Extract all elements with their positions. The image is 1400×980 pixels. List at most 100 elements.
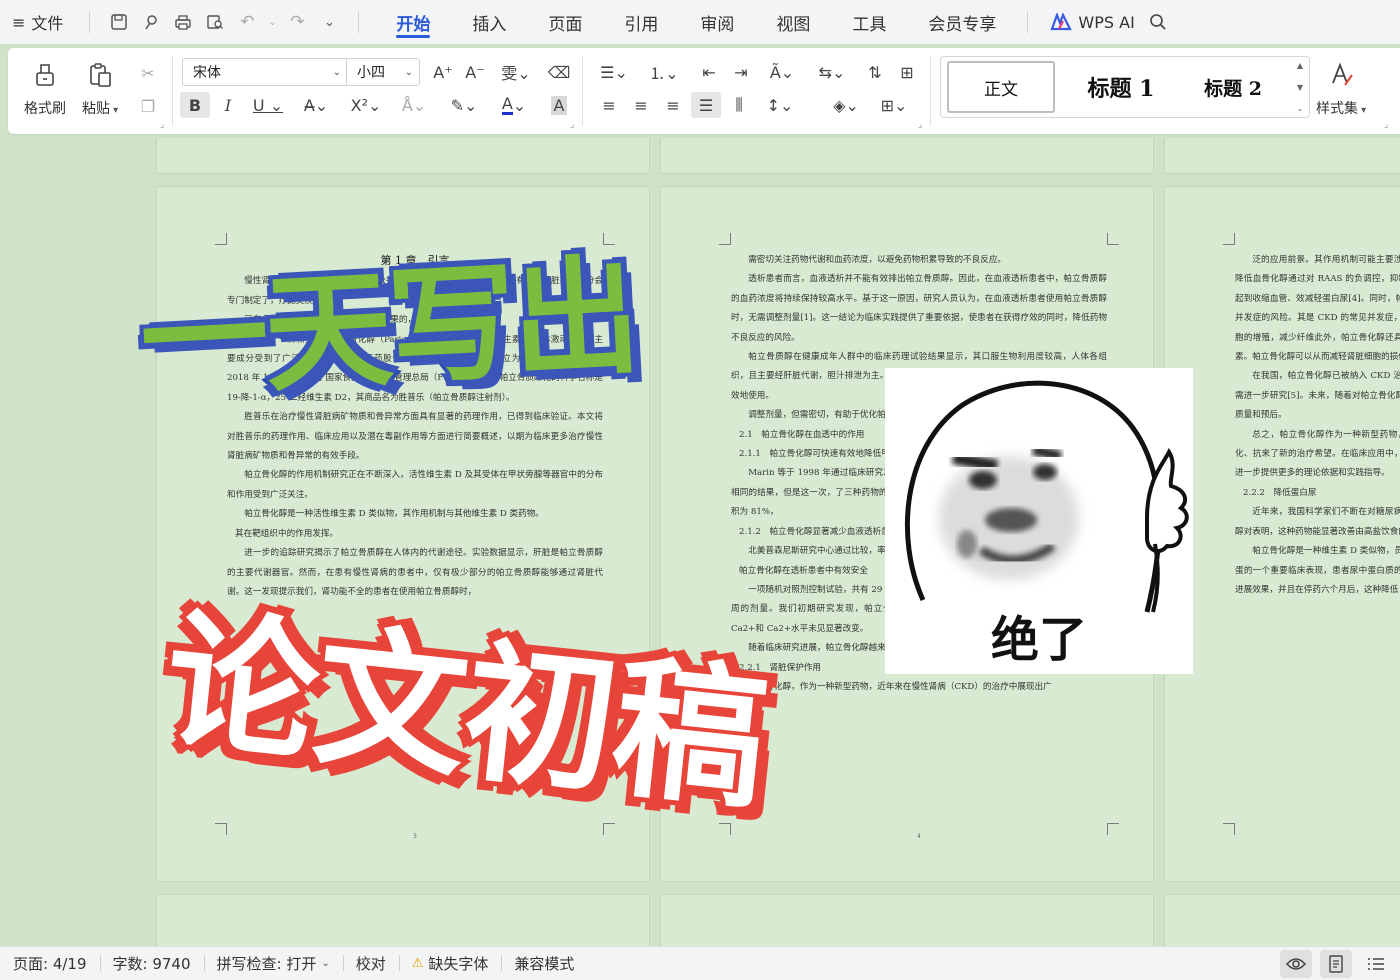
document-page[interactable]: 泛的应用前景。其作用机制可能主要涉及负调控，从而达到降低蛋白尿、降低血骨化醇通过… <box>1164 186 1400 882</box>
show-marks-icon[interactable]: ⊞ <box>892 59 922 85</box>
compat-mode: 兼容模式 <box>501 953 587 974</box>
align-center-icon[interactable]: ≡ <box>626 92 656 118</box>
status-bar: 页面: 4/19 字数: 9740 拼写检查: 打开 ⌄ 校对 ⚠ 缺失字体 兼容模… <box>0 946 1400 980</box>
undo-icon[interactable]: ↶ <box>234 9 260 35</box>
paste-icon <box>83 58 117 92</box>
strikethrough-icon[interactable]: A̶⌄ <box>298 92 334 118</box>
text-effect-icon[interactable]: Å⌄ <box>394 92 434 118</box>
format-painter-button[interactable]: 格式刷 <box>24 58 66 118</box>
outline-view-icon[interactable] <box>1360 950 1392 978</box>
more-chevron-down-icon[interactable]: ⌄ <box>316 9 342 35</box>
wps-ai-label: WPS AI <box>1078 12 1135 32</box>
tab-insert[interactable]: 插入 <box>451 0 527 44</box>
styles-scroll[interactable]: ▲ ▼ ⌄ <box>1295 61 1305 113</box>
align-left-icon[interactable]: ≡ <box>594 92 624 118</box>
borders-icon[interactable]: ⊞⌄ <box>874 92 914 118</box>
search-icon[interactable] <box>1145 9 1171 35</box>
copy-icon[interactable]: ❐ <box>133 93 163 119</box>
chevron-up-icon[interactable]: ▲ <box>1297 61 1303 70</box>
word-count[interactable]: 字数: 9740 <box>99 953 204 974</box>
print-preview-icon[interactable] <box>202 9 228 35</box>
margin-marker <box>1107 233 1119 245</box>
dialog-launcher-icon[interactable]: ⌟ <box>1384 120 1388 130</box>
file-menu-button[interactable]: ≡ 文件 <box>8 10 73 34</box>
increase-indent-icon[interactable]: ⇥ <box>726 59 756 85</box>
compat-mode-label: 兼容模式 <box>514 955 575 973</box>
superscript-icon[interactable]: X²⌄ <box>346 92 386 118</box>
margin-marker <box>1107 823 1119 835</box>
previous-page <box>660 138 1154 174</box>
output-pdf-icon[interactable] <box>138 9 164 35</box>
divider <box>930 56 931 126</box>
line-spacing-icon[interactable]: ↕⌄ <box>760 92 800 118</box>
spell-check-toggle[interactable]: 拼写检查: 打开 ⌄ <box>203 953 343 974</box>
view-controls <box>1280 947 1400 980</box>
style-heading-1[interactable]: 标题 1 <box>1069 61 1173 113</box>
text-direction-icon[interactable]: Ã⌄ <box>762 59 802 85</box>
quick-access-toolbar: ≡ 文件 ↶ ⌄ ↷ ⌄ <box>0 9 369 35</box>
justify-icon[interactable]: ☰ <box>691 92 721 118</box>
previous-page <box>1164 138 1400 174</box>
character-shading-icon[interactable]: A <box>544 92 574 118</box>
missing-font-button[interactable]: ⚠ 缺失字体 <box>398 953 502 974</box>
style-set-label: 样式集 ▾ <box>1316 101 1367 117</box>
tab-references[interactable]: 引用 <box>603 0 679 44</box>
dialog-launcher-icon[interactable]: ⌟ <box>160 120 164 130</box>
tab-member[interactable]: 会员专享 <box>907 0 1017 44</box>
style-heading-2[interactable]: 标题 2 <box>1187 61 1279 113</box>
bold-icon[interactable]: B <box>180 92 210 118</box>
align-right-icon[interactable]: ≡ <box>658 92 688 118</box>
dialog-launcher-icon[interactable]: ⌟ <box>570 120 574 130</box>
divider <box>358 11 360 33</box>
redo-icon[interactable]: ↷ <box>284 9 310 35</box>
paragraph: 帕立骨化醇，作为一种新型药物，近年来在慢性肾病（CKD）的治疗中展现出广 <box>748 681 1052 692</box>
clear-format-icon[interactable]: ⌫ <box>544 59 574 85</box>
underline-icon[interactable]: U ⌄ <box>248 92 288 118</box>
style-set-button[interactable]: 样式集 ▾ <box>1316 58 1366 118</box>
page-view-icon[interactable] <box>1320 950 1352 978</box>
paragraph: 帕立骨化醇的作用机制研究正在不断深入，活性维生素 D 及其受体在甲状旁腺等器官中… <box>227 470 603 500</box>
sort-icon[interactable]: ⇅ <box>860 59 890 85</box>
page-indicator[interactable]: 页面: 4/19 <box>0 953 100 974</box>
save-icon[interactable] <box>106 9 132 35</box>
style-normal[interactable]: 正文 <box>947 61 1055 113</box>
cut-icon[interactable]: ✂ <box>133 60 163 86</box>
tab-view[interactable]: 视图 <box>755 0 831 44</box>
italic-icon[interactable]: I <box>213 92 243 118</box>
chevron-down-icon: ⌄ <box>332 66 341 78</box>
highlight-icon[interactable]: ✎⌄ <box>444 92 484 118</box>
expand-icon[interactable]: ⌄ <box>1297 104 1304 113</box>
sort-direction-icon[interactable]: ⇆⌄ <box>812 59 852 85</box>
chevron-down-icon[interactable]: ▼ <box>1297 83 1303 92</box>
chevron-down-icon[interactable]: ⌄ <box>266 9 278 35</box>
grow-font-icon[interactable]: A⁺ <box>428 59 458 85</box>
phonetic-guide-icon[interactable]: 雯⌄ <box>496 59 536 85</box>
format-painter-label: 格式刷 <box>24 101 66 117</box>
file-menu-label: 文件 <box>31 14 64 33</box>
font-name-select[interactable]: 宋体 ⌄ <box>182 58 348 86</box>
tab-home[interactable]: 开始 <box>375 0 451 44</box>
font-color-icon[interactable]: A ⌄ <box>494 92 534 118</box>
tab-review[interactable]: 审阅 <box>679 0 755 44</box>
ribbon-toolbar: 格式刷 粘贴 ▾ ✂ ❐ ⌟ 宋体 ⌄ 小四 ⌄ A⁺ A⁻ 雯⌄ ⌫ B I … <box>8 48 1400 134</box>
tab-tools[interactable]: 工具 <box>831 0 907 44</box>
paste-button[interactable]: 粘贴 ▾ <box>82 58 118 118</box>
bullet-list-icon[interactable]: ☰⌄ <box>594 59 634 85</box>
shading-icon[interactable]: ◈⌄ <box>826 92 866 118</box>
ribbon-tabs: 开始 插入 页面 引用 审阅 视图 工具 会员专享 <box>375 0 1017 44</box>
font-size-select[interactable]: 小四 ⌄ <box>346 58 420 86</box>
proofread-button[interactable]: 校对 <box>342 953 399 974</box>
margin-marker <box>1223 823 1235 835</box>
eye-protection-icon[interactable] <box>1280 950 1312 978</box>
numbered-list-icon[interactable]: ⒈⌄ <box>644 59 684 85</box>
paragraph: 近年来，我国科学家们不断在对糖尿病显成果。其中，一项关于帕立骨化醇对表明，这种药… <box>1235 507 1400 537</box>
tab-page[interactable]: 页面 <box>527 0 603 44</box>
shrink-font-icon[interactable]: A⁻ <box>460 59 490 85</box>
decrease-indent-icon[interactable]: ⇤ <box>694 59 724 85</box>
dialog-launcher-icon[interactable]: ⌟ <box>918 120 922 130</box>
previous-page <box>156 138 650 174</box>
print-icon[interactable] <box>170 9 196 35</box>
wps-ai-button[interactable]: WPS AI <box>1050 12 1135 32</box>
meme-image: 绝了 <box>885 368 1193 674</box>
distributed-align-icon[interactable]: ⫼ <box>724 92 754 118</box>
